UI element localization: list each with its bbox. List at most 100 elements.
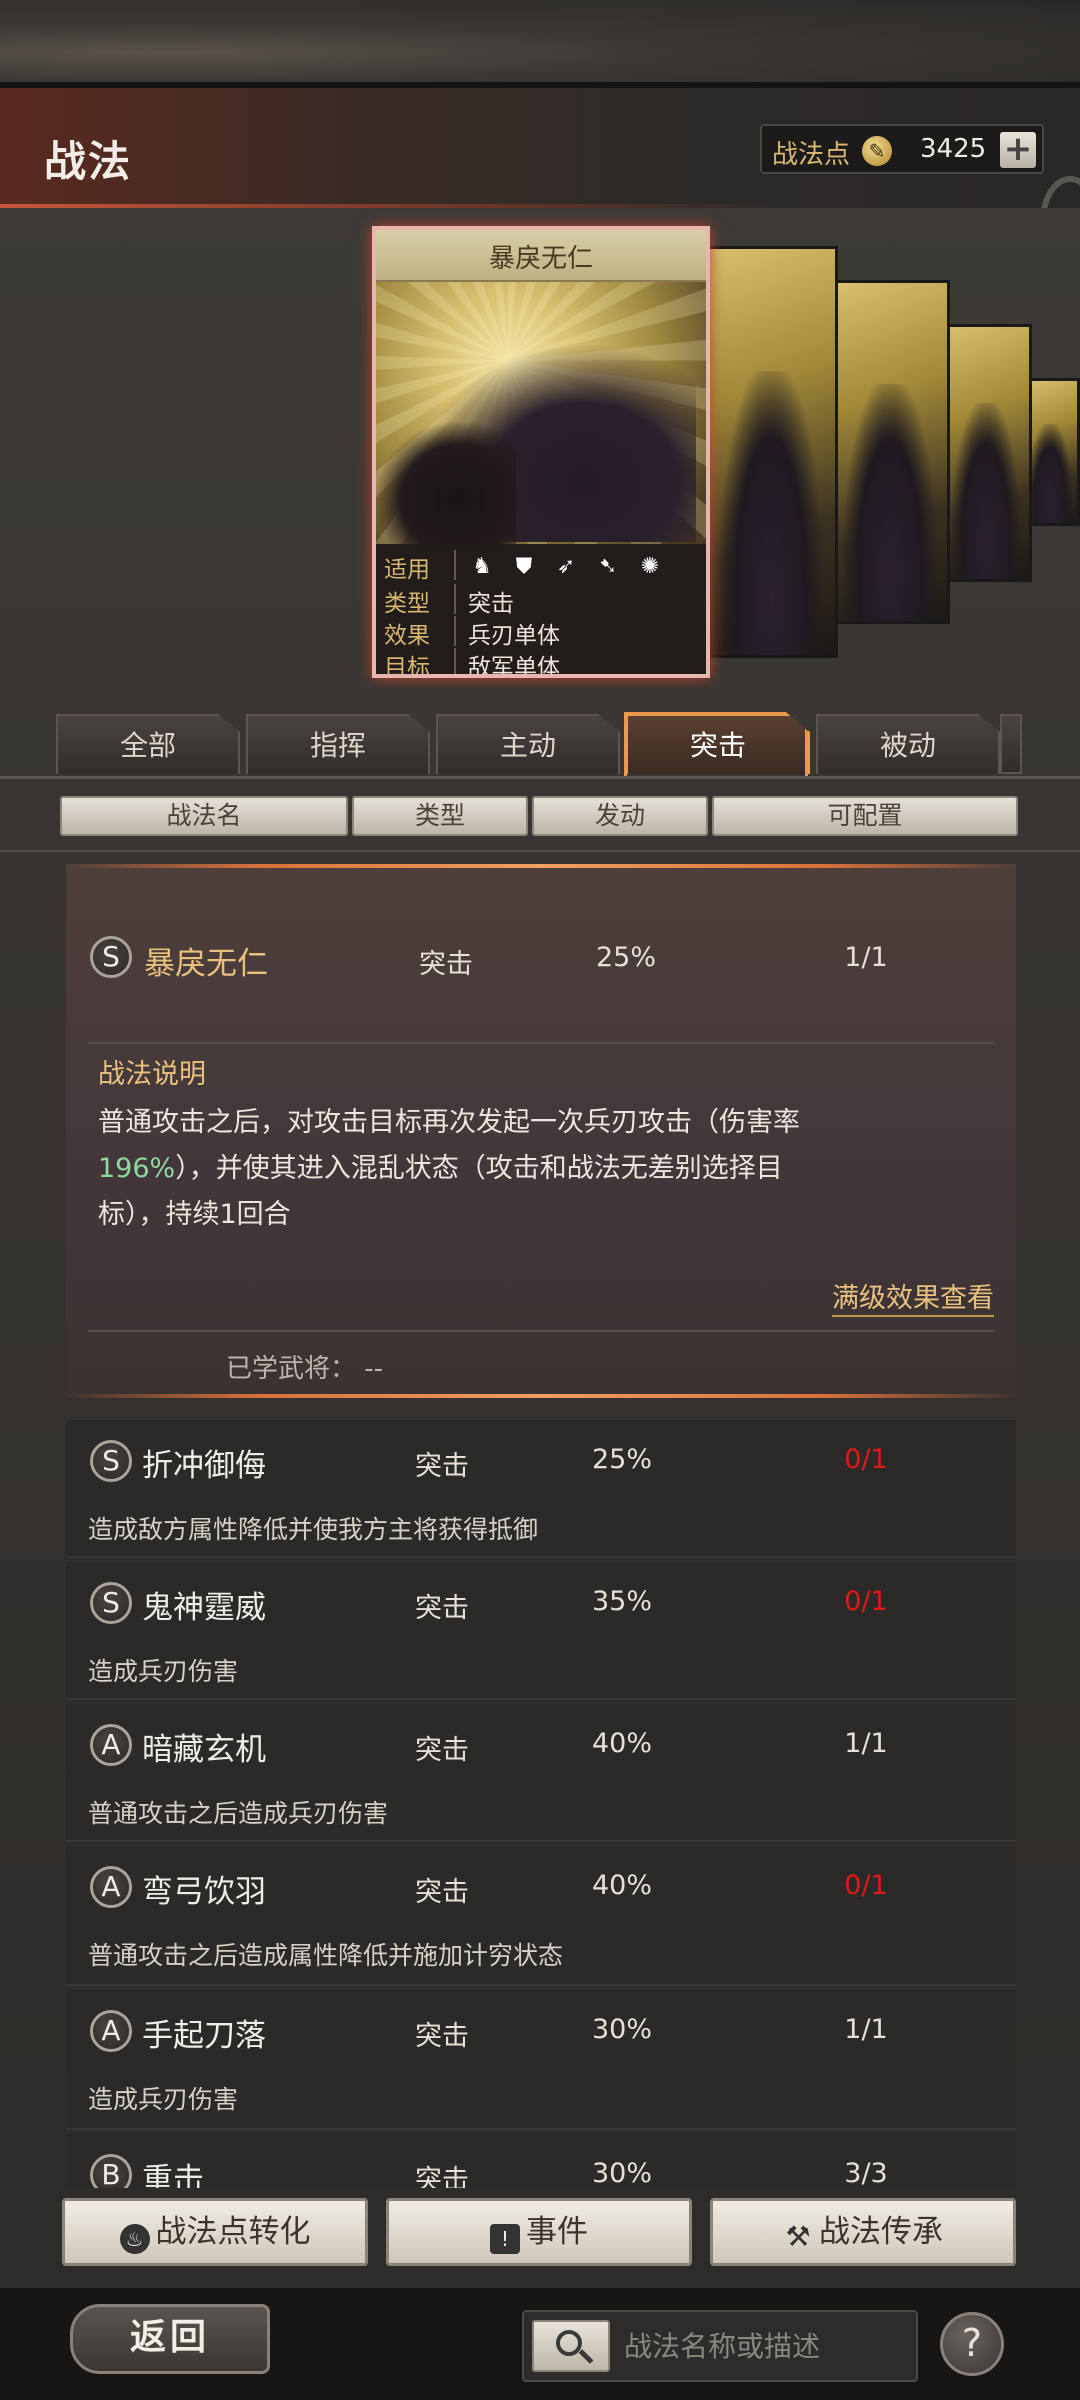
grade-badge: A <box>90 2010 132 2052</box>
divider <box>88 1330 994 1332</box>
column-name[interactable]: 战法名 <box>60 796 348 836</box>
tactic-list: S 暴戾无仁 突击 25% 1/1 战法说明 普通攻击之后，对攻击目标再次发起一… <box>66 860 1016 2188</box>
row-divider <box>66 1984 1016 1986</box>
search-button[interactable] <box>532 2320 610 2372</box>
divider <box>88 1042 994 1044</box>
tactic-type: 突击 <box>415 1735 469 1766</box>
tactic-type: 突击 <box>415 1877 469 1908</box>
tabs-divider <box>0 776 1080 779</box>
tab-all[interactable]: 全部 <box>56 714 240 774</box>
grade-badge: A <box>90 1724 132 1766</box>
category-tabs: 全部 指挥 主动 突击 被动 <box>56 714 1026 774</box>
tactic-name: 手起刀落 <box>142 2018 266 2054</box>
tactic-config: 0/1 <box>844 1444 888 1475</box>
list-item[interactable]: S 折冲御侮 突击 25% 0/1 造成敌方属性降低并使我方主将获得抵御 <box>66 1420 1016 1560</box>
tactic-points-box: 战法点 ✎ 3425 + <box>760 124 1044 174</box>
tactic-config: 1/1 <box>844 1728 888 1759</box>
event-label: 事件 <box>526 2214 588 2250</box>
tactic-rate: 30% <box>591 2014 652 2045</box>
search-input[interactable] <box>624 2312 914 2380</box>
tactic-type: 突击 <box>415 1593 469 1624</box>
damage-rate: 196% <box>98 1153 176 1184</box>
tactic-desc: 造成兵刃伤害 <box>88 2085 239 2114</box>
add-points-button[interactable]: + <box>1000 132 1036 168</box>
back-button[interactable]: 返回 <box>70 2304 270 2374</box>
list-item[interactable]: S 鬼神霆威 突击 35% 0/1 造成兵刃伤害 <box>66 1562 1016 1702</box>
tactic-desc: 普通攻击之后造成属性降低并施加计穷状态 <box>88 1941 564 1970</box>
card-key: 适用 <box>384 550 456 583</box>
tactic-name: 折冲御侮 <box>142 1448 266 1484</box>
tactic-config: 3/3 <box>844 2158 888 2188</box>
card-info: 适用 ♞ ⛊ ➶ ➷ ✺ 类型 突击 效果 兵刃单体 目标 敌军单体 <box>376 544 706 678</box>
grade-badge: A <box>90 1866 132 1908</box>
list-item[interactable]: A 暗藏玄机 突击 40% 1/1 普通攻击之后造成兵刃伤害 <box>66 1704 1016 1844</box>
troop-type-icons: ♞ ⛊ ➶ ➷ ✺ <box>468 554 664 580</box>
grade-badge: S <box>90 1440 132 1482</box>
column-type[interactable]: 类型 <box>352 796 528 836</box>
page-title: 战法 <box>44 137 133 186</box>
header-bar: 战法 战法点 ✎ 3425 + <box>0 88 1080 208</box>
tactic-name: 鬼神霆威 <box>142 1590 266 1626</box>
tactic-config: 0/1 <box>844 1586 888 1617</box>
convert-points-button[interactable]: ♨ 战法点转化 <box>62 2198 368 2266</box>
column-configurable[interactable]: 可配置 <box>712 796 1018 836</box>
learned-generals: 已学武将： -- <box>226 1354 384 1384</box>
tab-more-stub[interactable] <box>1000 714 1022 774</box>
tab-command[interactable]: 指挥 <box>246 714 430 774</box>
description-line-1: 普通攻击之后，对攻击目标再次发起一次兵刃攻击（伤害率 <box>98 1107 800 1138</box>
inherit-tactic-button[interactable]: ⚒ 战法传承 <box>710 2198 1016 2266</box>
alert-icon: ! <box>490 2224 520 2254</box>
tactic-config: 1/1 <box>844 942 888 973</box>
card-title: 暴戾无仁 <box>488 244 593 274</box>
points-label: 战法点 <box>772 140 851 170</box>
header-divider <box>0 850 1080 852</box>
flame-icon: ♨ <box>119 2224 150 2254</box>
expanded-tactic[interactable]: S 暴戾无仁 突击 25% 1/1 战法说明 普通攻击之后，对攻击目标再次发起一… <box>66 864 1016 1398</box>
list-item[interactable]: A 手起刀落 突击 30% 1/1 造成兵刃伤害 <box>66 1990 1016 2130</box>
description-line-3: 标），持续1回合 <box>98 1199 291 1230</box>
card-key: 目标 <box>384 648 456 674</box>
bow-icon: ➶ <box>556 554 576 579</box>
tactic-type: 突击 <box>415 1451 469 1482</box>
card-value: 兵刃单体 <box>468 623 560 649</box>
row-divider <box>66 1556 1016 1558</box>
glow-divider <box>66 864 1016 868</box>
tab-passive[interactable]: 被动 <box>816 714 1000 774</box>
cavalry-icon: ♞ <box>472 554 492 579</box>
list-item[interactable]: A 弯弓饮羽 突击 40% 0/1 普通攻击之后造成属性降低并施加计穷状态 <box>66 1846 1016 1986</box>
tactic-rate: 40% <box>591 1870 652 1901</box>
list-item[interactable]: B 重击 突击 30% 3/3 <box>66 2134 1016 2188</box>
selected-tactic-card[interactable]: 暴戾无仁 适用 ♞ ⛊ ➶ ➷ ✺ 类型 突击 效果 兵刃单体 目标 敌军单体 <box>372 226 710 678</box>
tactic-name: 弯弓饮羽 <box>142 1874 266 1910</box>
description-title: 战法说明 <box>98 1059 206 1090</box>
tactic-type: 突击 <box>419 949 473 980</box>
card-preview-3[interactable] <box>940 324 1032 582</box>
tactic-rate: 25% <box>595 942 656 973</box>
siege-wheel-icon: ✺ <box>640 554 660 579</box>
max-level-effect-link[interactable]: 满级效果查看 <box>832 1276 994 1317</box>
description-line-2-text: ），并使其进入混乱状态（攻击和战法无差别选择目 <box>175 1153 783 1184</box>
glow-divider <box>66 1394 1016 1398</box>
tactic-desc: 造成兵刃伤害 <box>88 1657 239 1686</box>
tactic-name: 暴戾无仁 <box>144 946 268 982</box>
tab-active[interactable]: 主动 <box>436 714 620 774</box>
column-trigger-rate[interactable]: 发动 <box>532 796 708 836</box>
shield-icon: ⛊ <box>515 554 533 579</box>
row-divider <box>66 2128 1016 2130</box>
grade-badge: S <box>90 936 132 978</box>
card-preview-2[interactable] <box>830 280 950 624</box>
top-decoration <box>0 0 1080 88</box>
points-value: 3425 <box>920 134 987 164</box>
inherit-label: 战法传承 <box>819 2214 943 2250</box>
tactic-type: 突击 <box>415 2021 469 2052</box>
quill-icon: ✎ <box>862 136 892 166</box>
description-line-2: 196%），并使其进入混乱状态（攻击和战法无差别选择目 <box>98 1146 783 1185</box>
card-artwork <box>376 282 706 552</box>
help-button[interactable]: ? <box>940 2312 1004 2376</box>
tactic-config: 0/1 <box>844 1870 888 1901</box>
tactic-desc: 普通攻击之后造成兵刃伤害 <box>88 1799 389 1828</box>
card-value: 敌军单体 <box>468 655 560 678</box>
event-button[interactable]: ! 事件 <box>386 2198 692 2266</box>
card-preview-1[interactable] <box>704 246 838 658</box>
tactic-rate: 30% <box>591 2158 652 2188</box>
